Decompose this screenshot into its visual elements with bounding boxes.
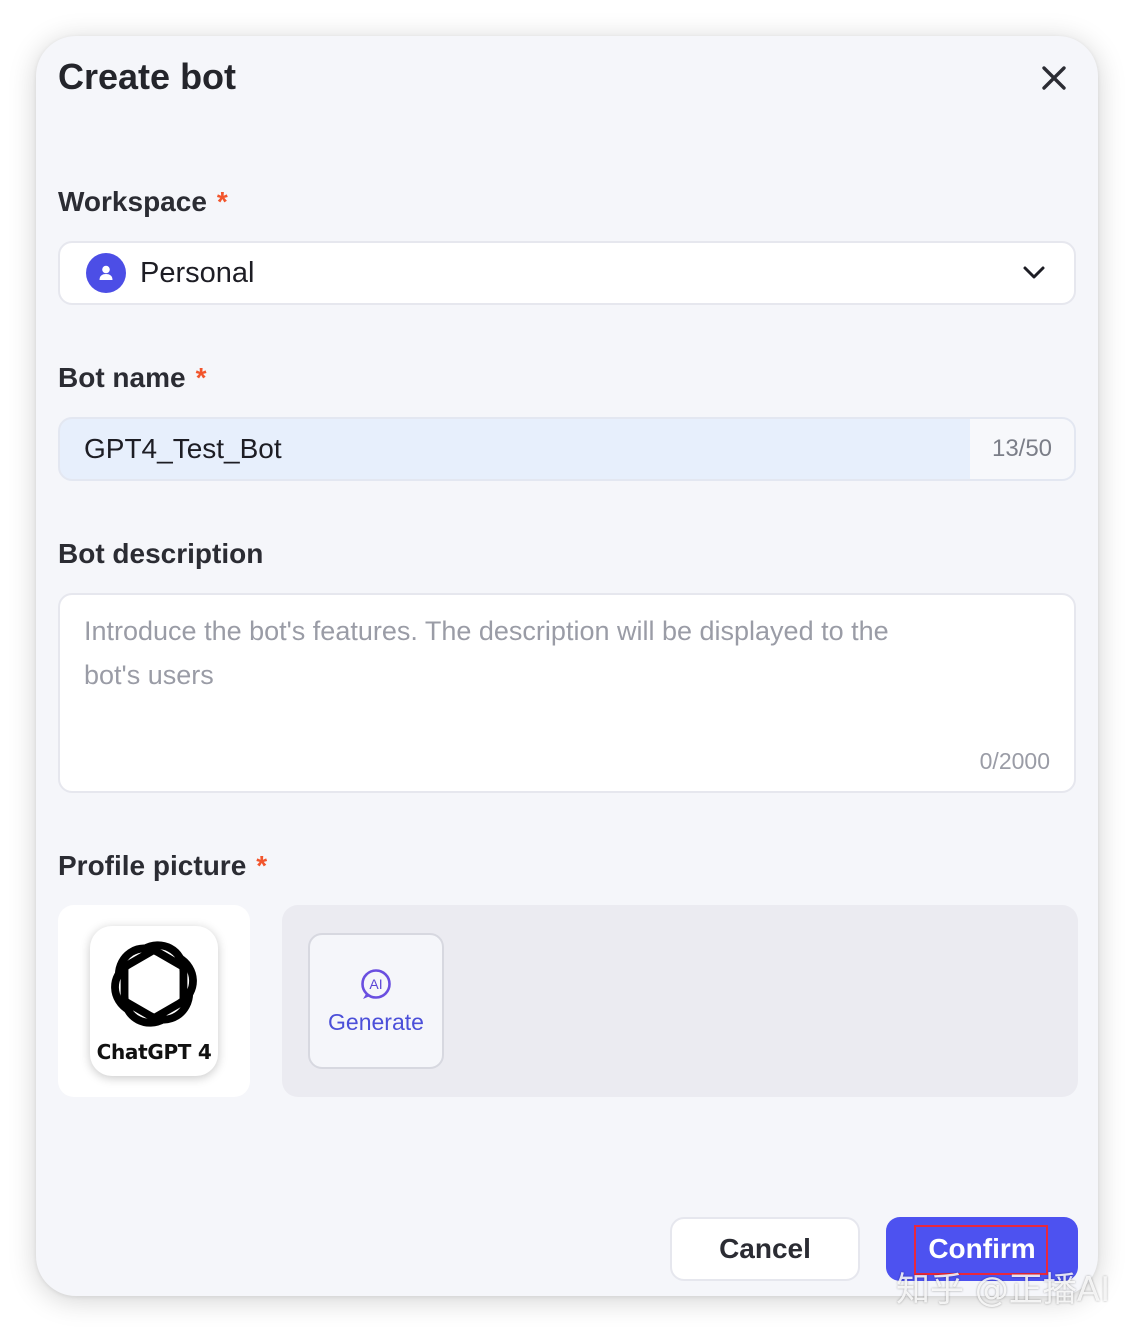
logo-caption: ChatGPT 4	[96, 1040, 212, 1064]
bot-name-value[interactable]: GPT4_Test_Bot	[60, 433, 970, 465]
required-mark: *	[256, 850, 268, 881]
chatgpt-logo-image: ChatGPT 4	[90, 926, 218, 1076]
required-mark: *	[195, 362, 207, 393]
watermark: 知乎 @正播AI	[896, 1270, 1111, 1310]
bot-description-label: Bot description	[58, 538, 264, 569]
generate-button[interactable]: AI Generate	[308, 933, 444, 1069]
workspace-label: Workspace *	[58, 186, 228, 217]
generate-label: Generate	[328, 1008, 424, 1035]
openai-logo-icon	[111, 941, 197, 1027]
person-icon	[86, 253, 126, 293]
bot-name-input[interactable]: GPT4_Test_Bot 13/50	[58, 417, 1076, 481]
profile-picture-label: Profile picture *	[58, 850, 268, 881]
dialog-title: Create bot	[58, 56, 237, 97]
bot-description-placeholder: Introduce the bot's features. The descri…	[84, 616, 889, 690]
bot-description-counter: 0/2000	[979, 748, 1050, 774]
chevron-down-icon[interactable]	[1020, 259, 1048, 287]
workspace-selected-value: Personal	[140, 256, 255, 289]
close-icon[interactable]	[1034, 58, 1074, 98]
bot-name-label: Bot name *	[58, 362, 207, 393]
bot-description-textarea[interactable]: Introduce the bot's features. The descri…	[58, 593, 1076, 793]
svg-text:AI: AI	[369, 976, 382, 992]
close-button[interactable]	[1034, 58, 1074, 98]
profile-picture-preview[interactable]: ChatGPT 4	[58, 905, 250, 1097]
profile-picture-options: AI Generate	[282, 905, 1078, 1097]
workspace-select[interactable]: Personal	[58, 241, 1076, 305]
cancel-button[interactable]: Cancel	[670, 1217, 860, 1281]
ai-icon: AI	[361, 968, 391, 999]
bot-name-counter: 13/50	[970, 419, 1074, 479]
required-mark: *	[216, 186, 228, 217]
create-bot-dialog: Create bot Workspace * Personal Bot name *…	[36, 36, 1098, 1296]
